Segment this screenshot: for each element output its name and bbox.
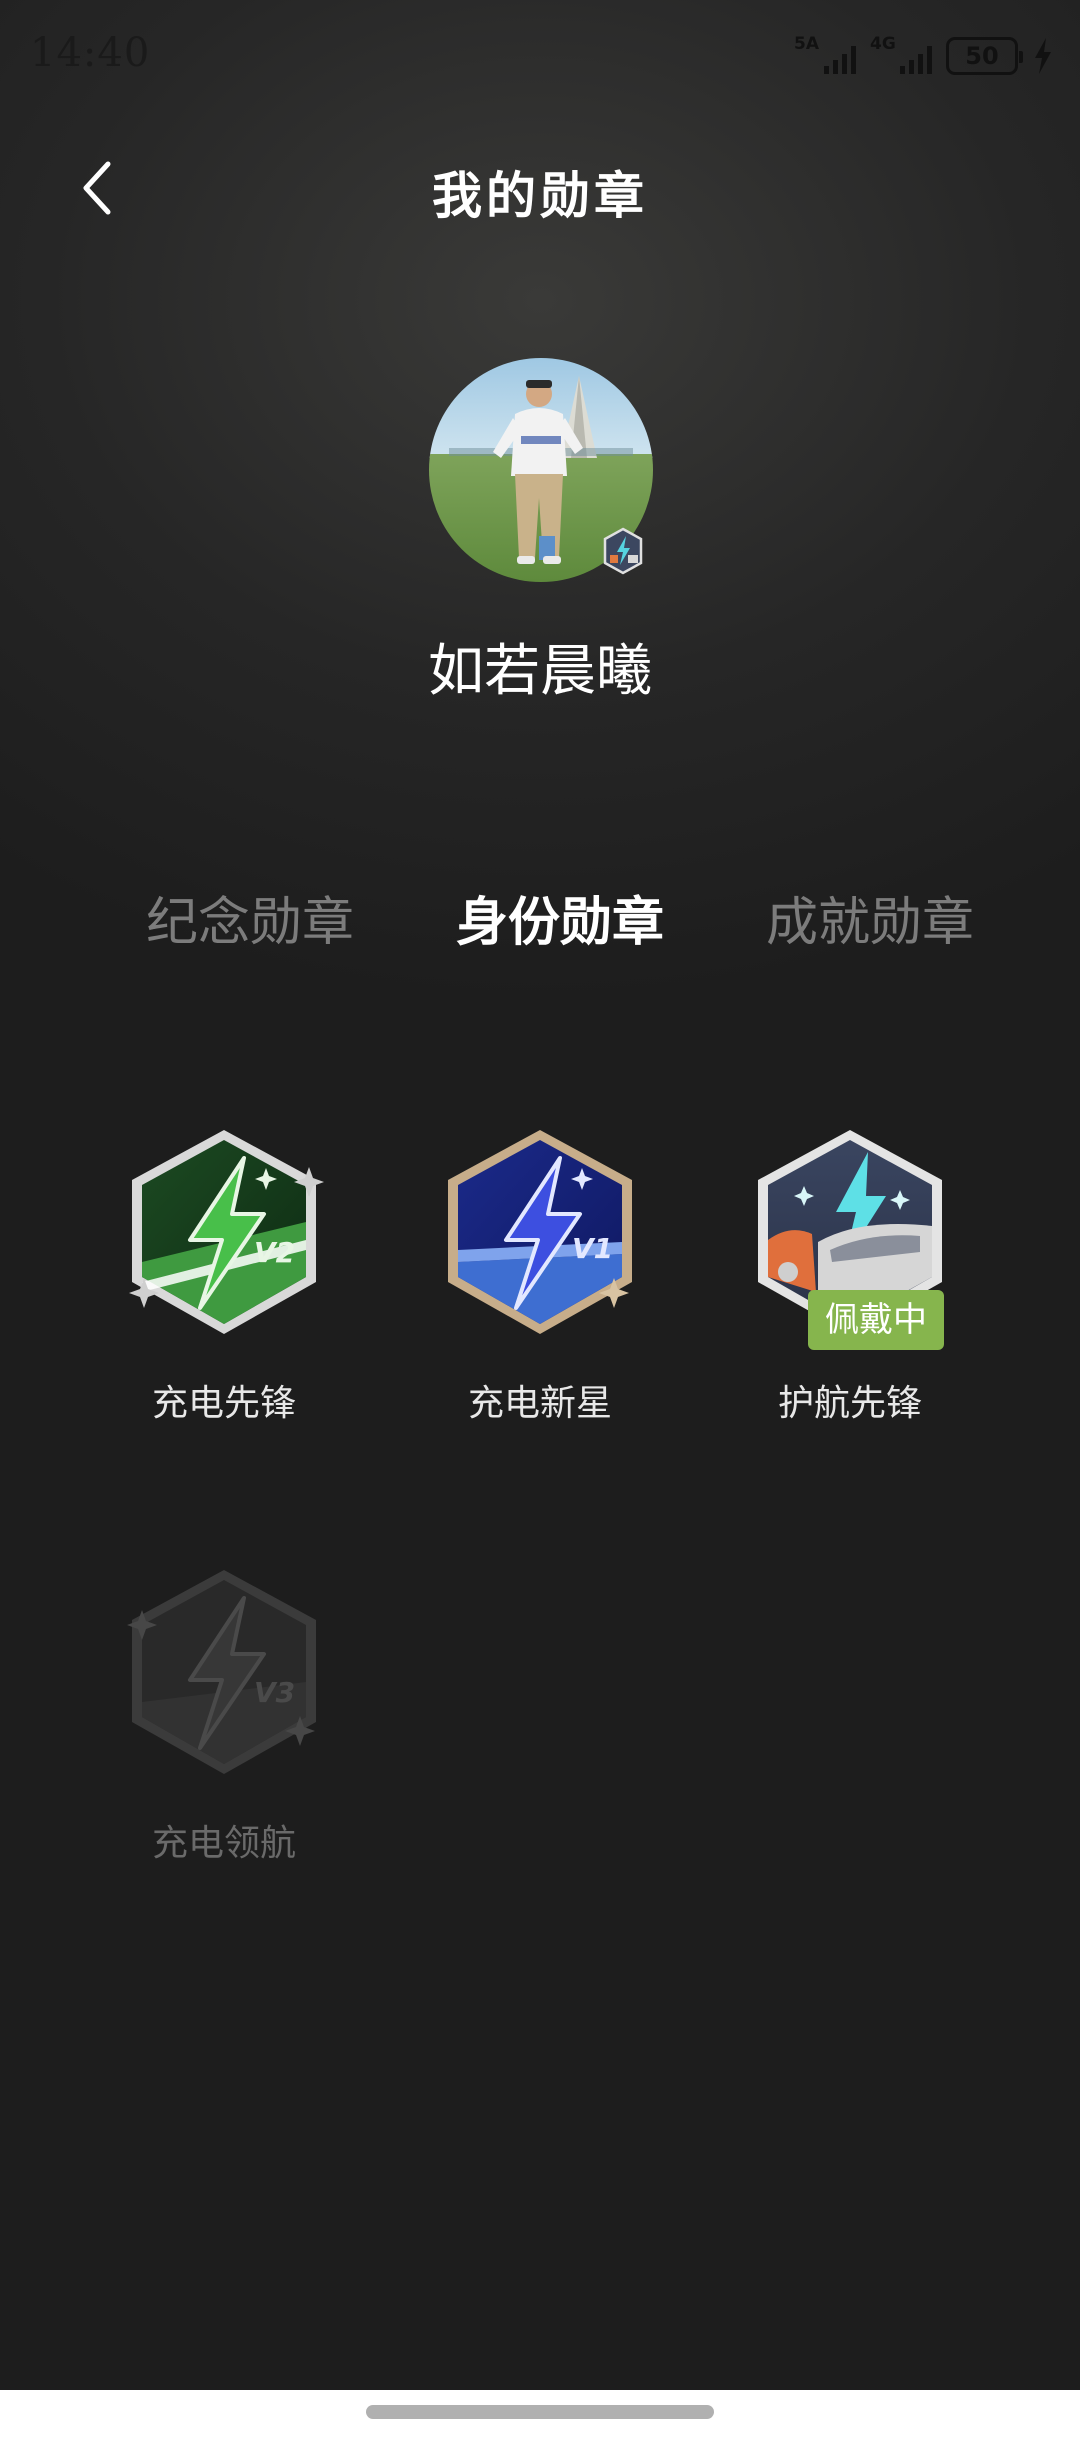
tab-identity[interactable]: 身份勋章 — [430, 880, 690, 955]
badge-level-text: V3 — [254, 1676, 295, 1709]
green-lightning-badge-icon: V2 — [129, 1130, 324, 1334]
badge-label: 护航先锋 — [777, 1383, 922, 1424]
signal-4g-icon: 4G — [870, 34, 932, 78]
badge-level-text: V1 — [572, 1232, 613, 1265]
tab-commemorative[interactable]: 纪念勋章 — [120, 880, 380, 955]
locked-lightning-badge-icon: V3 — [127, 1570, 316, 1774]
badge-label: 充电先锋 — [151, 1383, 296, 1424]
badge-label: 充电领航 — [151, 1823, 296, 1864]
badge-category-tabs: 纪念勋章 身份勋章 成就勋章 — [0, 880, 1080, 960]
signal-5a-icon: 5A — [794, 34, 856, 78]
tab-achievement[interactable]: 成就勋章 — [740, 880, 1000, 955]
status-time: 14:40 — [30, 30, 151, 76]
battery-icon: 50 — [946, 37, 1023, 75]
status-bar: 14:40 5A 4G 50 — [0, 0, 1080, 110]
blue-lightning-badge-icon: V1 — [448, 1130, 632, 1334]
status-icons: 5A 4G 50 — [794, 34, 1054, 78]
avatar-badge-icon — [603, 527, 643, 575]
bolt-icon — [1035, 38, 1051, 74]
badge-label: 充电新星 — [467, 1383, 612, 1424]
wearing-tag: 佩戴中 — [808, 1290, 944, 1350]
home-indicator[interactable] — [366, 2405, 714, 2419]
battery-level: 50 — [965, 42, 999, 70]
page-title: 我的勋章 — [432, 166, 648, 225]
username: 如若晨曦 — [428, 639, 652, 704]
badge-level-text: V2 — [254, 1236, 295, 1269]
